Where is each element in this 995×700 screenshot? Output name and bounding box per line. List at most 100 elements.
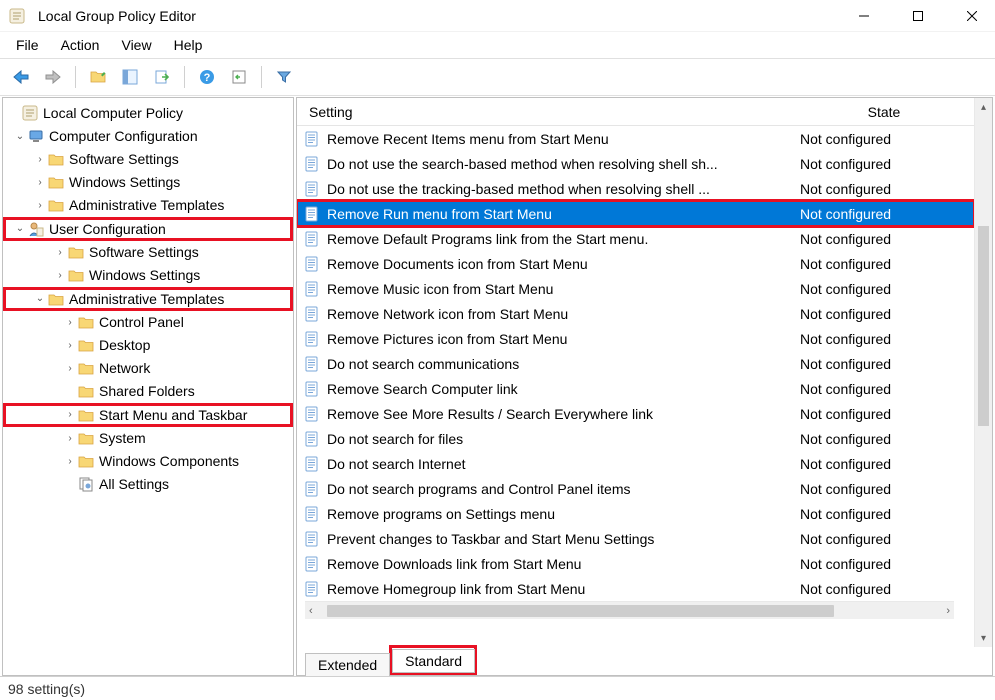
scrollbar-thumb[interactable]	[327, 605, 834, 617]
forward-button[interactable]	[40, 64, 66, 90]
collapsed-icon[interactable]: ›	[63, 317, 77, 328]
maximize-button[interactable]	[895, 0, 941, 32]
list-row[interactable]: Do not search InternetNot configured	[297, 451, 974, 476]
list-row[interactable]: Remove Recent Items menu from Start Menu…	[297, 126, 974, 151]
tree-label: All Settings	[99, 476, 169, 492]
tab-extended[interactable]: Extended	[305, 653, 390, 676]
tree-computer-configuration[interactable]: ⌄ Computer Configuration	[3, 125, 293, 148]
scroll-down-icon[interactable]: ▾	[975, 629, 992, 647]
tree-cc-windows-settings[interactable]: › Windows Settings	[3, 171, 293, 194]
horizontal-scrollbar[interactable]	[305, 601, 954, 619]
collapsed-icon[interactable]: ›	[33, 200, 47, 211]
tabs: Extended Standard	[297, 647, 992, 675]
scrollbar-thumb[interactable]	[978, 226, 989, 426]
menu-file[interactable]: File	[6, 33, 49, 57]
tree-user-configuration[interactable]: ⌄ User Configuration	[3, 217, 293, 241]
tree-uc-software-settings[interactable]: ›Software Settings	[3, 241, 293, 264]
tree-uc-windows-settings[interactable]: ›Windows Settings	[3, 264, 293, 287]
tree-control-panel[interactable]: ›Control Panel	[3, 311, 293, 334]
list-row[interactable]: Prevent changes to Taskbar and Start Men…	[297, 526, 974, 551]
folder-icon	[47, 196, 65, 214]
vertical-scrollbar[interactable]: ▴ ▾	[974, 98, 992, 647]
setting-state: Not configured	[794, 156, 974, 172]
collapsed-icon[interactable]: ›	[33, 177, 47, 188]
setting-name: Remove See More Results / Search Everywh…	[327, 406, 794, 422]
content-pane: Setting State Remove Recent Items menu f…	[296, 97, 993, 676]
list-row[interactable]: Remove See More Results / Search Everywh…	[297, 401, 974, 426]
tree-pane[interactable]: Local Computer Policy ⌄ Computer Configu…	[2, 97, 294, 676]
menu-bar: File Action View Help	[0, 32, 995, 58]
tree-label: System	[99, 430, 146, 446]
setting-name: Remove Default Programs link from the St…	[327, 231, 794, 247]
settings-list[interactable]: Setting State Remove Recent Items menu f…	[297, 98, 974, 647]
column-setting[interactable]: Setting	[297, 104, 794, 120]
list-row[interactable]: Remove programs on Settings menuNot conf…	[297, 501, 974, 526]
list-row[interactable]: Do not search communicationsNot configur…	[297, 351, 974, 376]
collapsed-icon[interactable]: ›	[63, 340, 77, 351]
expanded-icon[interactable]: ⌄	[13, 131, 27, 142]
collapsed-icon[interactable]: ›	[53, 270, 67, 281]
setting-name: Remove Downloads link from Start Menu	[327, 556, 794, 572]
list-row[interactable]: Do not search for filesNot configured	[297, 426, 974, 451]
list-row[interactable]: Do not search programs and Control Panel…	[297, 476, 974, 501]
minimize-button[interactable]	[841, 0, 887, 32]
tree-label: Windows Components	[99, 453, 239, 469]
tree-all-settings[interactable]: All Settings	[3, 473, 293, 496]
menu-action[interactable]: Action	[51, 33, 110, 57]
list-row[interactable]: Remove Pictures icon from Start MenuNot …	[297, 326, 974, 351]
filter-button[interactable]	[271, 64, 297, 90]
collapsed-icon[interactable]: ›	[63, 456, 77, 467]
list-header[interactable]: Setting State	[297, 98, 974, 126]
menu-view[interactable]: View	[111, 33, 161, 57]
policy-icon	[303, 180, 321, 198]
tree-shared-folders[interactable]: Shared Folders	[3, 380, 293, 403]
policy-icon	[303, 380, 321, 398]
policy-icon	[303, 130, 321, 148]
help-button[interactable]: ?	[194, 64, 220, 90]
tree-desktop[interactable]: ›Desktop	[3, 334, 293, 357]
up-button[interactable]	[85, 64, 111, 90]
tree-cc-admin-templates[interactable]: ›Administrative Templates	[3, 194, 293, 217]
list-row[interactable]: Do not use the search-based method when …	[297, 151, 974, 176]
list-row[interactable]: Remove Documents icon from Start MenuNot…	[297, 251, 974, 276]
tree-network[interactable]: ›Network	[3, 357, 293, 380]
folder-icon	[77, 336, 95, 354]
expanded-icon[interactable]: ⌄	[33, 293, 47, 304]
collapsed-icon[interactable]: ›	[63, 433, 77, 444]
properties-button[interactable]	[226, 64, 252, 90]
setting-state: Not configured	[794, 306, 974, 322]
column-state[interactable]: State	[794, 104, 974, 120]
show-hide-tree-button[interactable]	[117, 64, 143, 90]
list-row[interactable]: Remove Homegroup link from Start MenuNot…	[297, 576, 974, 601]
folder-icon	[77, 313, 95, 331]
setting-state: Not configured	[794, 356, 974, 372]
list-row[interactable]: Remove Music icon from Start MenuNot con…	[297, 276, 974, 301]
collapsed-icon[interactable]: ›	[63, 363, 77, 374]
menu-help[interactable]: Help	[164, 33, 213, 57]
tree-uc-admin-templates[interactable]: ⌄ Administrative Templates	[3, 287, 293, 311]
expanded-icon[interactable]: ⌄	[13, 223, 27, 234]
tree-cc-software-settings[interactable]: ›Software Settings	[3, 148, 293, 171]
tree-root[interactable]: Local Computer Policy	[3, 102, 293, 125]
list-row[interactable]: Remove Network icon from Start MenuNot c…	[297, 301, 974, 326]
list-row[interactable]: Remove Run menu from Start MenuNot confi…	[297, 201, 974, 226]
tab-standard[interactable]: Standard	[392, 649, 475, 673]
title-bar: Local Group Policy Editor	[0, 0, 995, 32]
status-bar: 98 setting(s)	[0, 676, 995, 700]
collapsed-icon[interactable]: ›	[63, 409, 77, 420]
list-row[interactable]: Remove Downloads link from Start MenuNot…	[297, 551, 974, 576]
back-button[interactable]	[8, 64, 34, 90]
list-row[interactable]: Do not use the tracking-based method whe…	[297, 176, 974, 201]
scroll-up-icon[interactable]: ▴	[975, 98, 992, 116]
tree-windows-components[interactable]: › Windows Components	[3, 450, 293, 473]
close-button[interactable]	[949, 0, 995, 32]
list-row[interactable]: Remove Search Computer linkNot configure…	[297, 376, 974, 401]
tree-system[interactable]: › System	[3, 427, 293, 450]
tree-start-menu-taskbar[interactable]: ›Start Menu and Taskbar	[3, 403, 293, 427]
collapsed-icon[interactable]: ›	[53, 247, 67, 258]
export-list-button[interactable]	[149, 64, 175, 90]
collapsed-icon[interactable]: ›	[33, 154, 47, 165]
tree-label: Windows Settings	[69, 174, 180, 190]
setting-name: Remove Network icon from Start Menu	[327, 306, 794, 322]
list-row[interactable]: Remove Default Programs link from the St…	[297, 226, 974, 251]
